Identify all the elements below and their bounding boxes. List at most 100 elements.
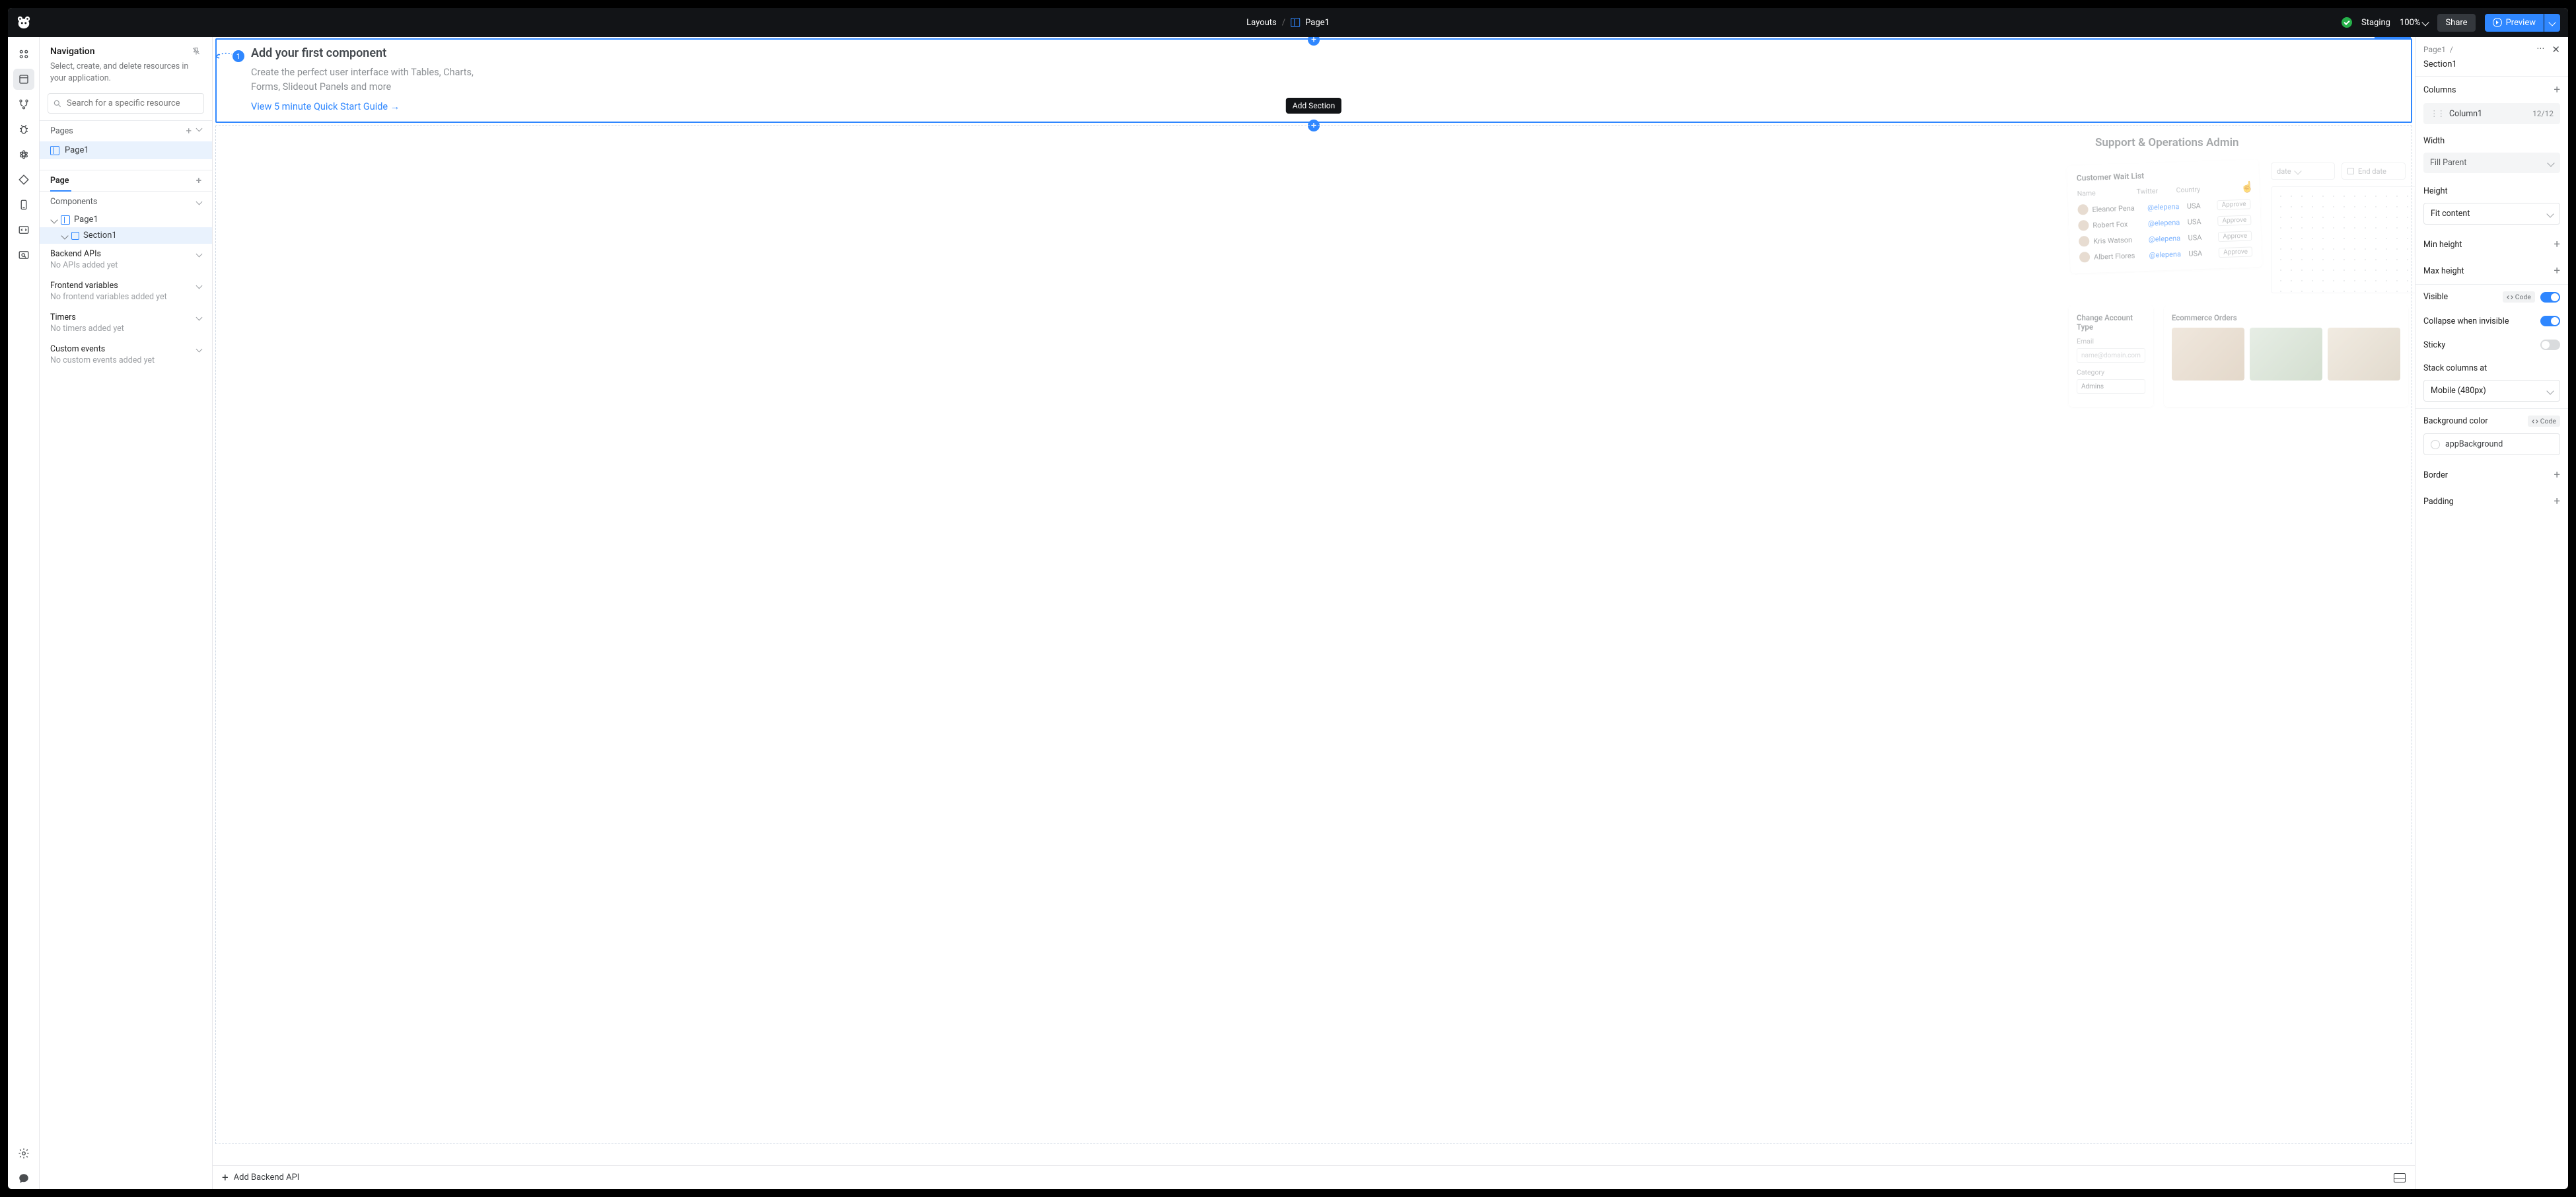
components-heading[interactable]: Components <box>40 192 212 212</box>
code-badge[interactable]: Code <box>2528 416 2560 427</box>
chevron-down-icon[interactable] <box>196 126 203 132</box>
width-select[interactable]: Fill Parent <box>2423 153 2560 173</box>
color-swatch-icon <box>2431 440 2440 449</box>
rail-item-branches[interactable] <box>13 94 34 115</box>
close-icon[interactable]: ✕ <box>2552 44 2560 55</box>
max-height-label: Max height <box>2423 266 2464 276</box>
search-input[interactable] <box>48 93 204 114</box>
pin-icon[interactable] <box>191 46 201 57</box>
rp-crumb-page[interactable]: Page1 <box>2423 45 2446 54</box>
plus-icon[interactable]: + <box>222 1171 229 1184</box>
stack-label: Stack columns at <box>2423 363 2487 373</box>
column-item[interactable]: ⋮⋮ Column1 12/12 <box>2423 103 2560 124</box>
rail-item-state[interactable] <box>13 144 34 165</box>
avatar <box>2078 220 2089 231</box>
sticky-toggle[interactable] <box>2540 340 2560 350</box>
chevron-down-icon <box>2546 210 2554 217</box>
add-backend-api-button[interactable]: Add Backend API <box>234 1173 300 1182</box>
backend-apis-heading[interactable]: Backend APIs <box>40 244 212 259</box>
height-select[interactable]: Fit content <box>2423 203 2560 225</box>
cursor-icon: ☝ <box>2240 180 2254 194</box>
canvas: Section1 + + Add Section 1 Add your firs… <box>213 37 2415 1189</box>
ghost-heading: Support & Operations Admin <box>2069 136 2406 149</box>
chevron-right-icon <box>61 232 68 239</box>
resource-search[interactable] <box>48 93 204 114</box>
chevron-down-icon <box>196 199 203 205</box>
chevron-down-icon <box>2547 159 2554 166</box>
events-heading[interactable]: Custom events <box>40 339 212 354</box>
top-bar: Layouts / Page1 Staging 100% Share Previ… <box>8 8 2568 37</box>
orders-card: Ecommerce Orders <box>2164 305 2408 407</box>
add-section-above-button[interactable]: + <box>1308 37 1320 46</box>
add-page-button[interactable]: + <box>186 126 192 136</box>
more-menu-icon[interactable]: ⋯ <box>2536 44 2545 55</box>
chevron-down-icon <box>196 283 203 289</box>
tree-item-section1[interactable]: Section1 <box>40 227 212 244</box>
add-in-page-button[interactable]: + <box>196 176 201 186</box>
product-thumbnail <box>2328 328 2400 381</box>
chevron-down-icon <box>2548 18 2556 26</box>
rail-item-pages[interactable] <box>13 69 34 90</box>
breadcrumb-separator: / <box>1282 18 1285 28</box>
tree-item-page1[interactable]: Page1 <box>40 212 212 227</box>
preview-dropdown[interactable] <box>2544 14 2560 32</box>
search-icon <box>53 99 62 108</box>
pages-heading: Pages <box>50 126 73 136</box>
arrow-icon <box>215 50 233 59</box>
end-date-chip: End date <box>2342 163 2406 180</box>
code-badge[interactable]: Code <box>2503 291 2535 303</box>
timers-heading[interactable]: Timers <box>40 307 212 322</box>
breadcrumb-current[interactable]: Page1 <box>1305 18 1330 28</box>
product-thumbnail <box>2250 328 2322 381</box>
rail-item-device[interactable] <box>13 194 34 215</box>
nav-title: Navigation <box>50 46 95 57</box>
add-column-button[interactable]: + <box>2554 83 2560 96</box>
bg-color-value[interactable]: appBackground <box>2423 433 2560 455</box>
onboard-description: Create the perfect user interface with T… <box>251 65 489 94</box>
properties-panel: Page1 / ⋯ ✕ Section1 Columns + ⋮⋮ Column… <box>2415 37 2568 1189</box>
add-max-height-button[interactable]: + <box>2554 264 2560 277</box>
preview-button[interactable]: Preview <box>2485 14 2544 32</box>
wait-list-card: Customer Wait List Name Twitter Country … <box>2067 159 2262 273</box>
chevron-down-icon <box>2546 387 2554 394</box>
backend-apis-empty: No APIs added yet <box>40 259 212 275</box>
product-thumbnail <box>2172 328 2244 381</box>
min-height-label: Min height <box>2423 240 2462 250</box>
rail-item-code[interactable] <box>13 219 34 240</box>
chevron-down-icon <box>2422 18 2429 26</box>
panel-toggle-icon[interactable] <box>2394 1173 2406 1182</box>
collapse-label: Collapse when invisible <box>2423 316 2509 326</box>
rail-item-debug[interactable] <box>13 119 34 140</box>
add-min-height-button[interactable]: + <box>2554 238 2560 251</box>
page-tab[interactable]: Page + <box>40 170 212 192</box>
rail-item-diamond[interactable] <box>13 169 34 190</box>
drag-handle-icon[interactable]: ⋮⋮ <box>2430 108 2444 119</box>
breadcrumb-root[interactable]: Layouts <box>1246 18 1277 28</box>
status-ok-icon <box>2342 17 2352 28</box>
rail-item-search[interactable] <box>13 244 34 266</box>
stack-select[interactable]: Mobile (480px) <box>2423 380 2560 402</box>
collapse-toggle[interactable] <box>2540 316 2560 326</box>
rail-item-settings[interactable] <box>13 1143 34 1164</box>
add-border-button[interactable]: + <box>2554 468 2560 482</box>
zoom-control[interactable]: 100% <box>2400 18 2428 28</box>
bottom-bar: + Add Backend API <box>213 1165 2415 1189</box>
rail-item-data[interactable] <box>13 44 34 65</box>
environment-label[interactable]: Staging <box>2361 18 2390 28</box>
width-label: Width <box>2423 136 2445 146</box>
share-button[interactable]: Share <box>2437 14 2475 32</box>
rail-item-chat[interactable] <box>13 1168 34 1189</box>
quick-start-link[interactable]: View 5 minute Quick Start Guide → <box>251 101 400 112</box>
frontend-vars-empty: No frontend variables added yet <box>40 291 212 307</box>
frontend-vars-heading[interactable]: Frontend variables <box>40 275 212 291</box>
visible-toggle[interactable] <box>2540 292 2560 303</box>
chevron-down-icon <box>196 346 203 353</box>
events-empty: No custom events added yet <box>40 354 212 371</box>
chevron-down-icon <box>50 216 57 223</box>
onboarding-hint: 1 Add your first component Create the pe… <box>251 46 2071 112</box>
add-padding-button[interactable]: + <box>2554 495 2560 508</box>
columns-label: Columns <box>2423 85 2456 95</box>
nav-description: Select, create, and delete resources in … <box>40 61 212 91</box>
page-item-page1[interactable]: Page1 <box>40 141 212 159</box>
section-badge: Section1 <box>2375 37 2411 40</box>
